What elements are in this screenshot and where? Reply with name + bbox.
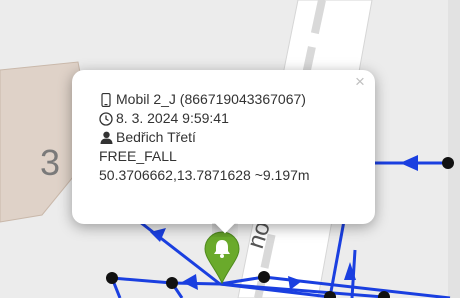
datetime-line: 8. 3. 2024 9:59:41 bbox=[99, 109, 310, 128]
mobile-phone-icon bbox=[99, 92, 113, 107]
person-text: Bedřich Třetí bbox=[116, 129, 196, 145]
info-popup: × Mobil 2_J (866719043367067) 8. 3. 2024… bbox=[72, 70, 375, 234]
device-line: Mobil 2_J (866719043367067) bbox=[99, 90, 310, 109]
coords-line: 50.3706662,13.7871628 ~9.197m bbox=[99, 166, 310, 185]
device-text: Mobil 2_J (866719043367067) bbox=[116, 91, 306, 107]
event-line: FREE_FALL bbox=[99, 147, 310, 166]
coords-text: 50.3706662,13.7871628 ~9.197m bbox=[99, 167, 310, 183]
user-icon bbox=[99, 131, 113, 145]
popup-tip bbox=[212, 223, 238, 237]
event-text: FREE_FALL bbox=[99, 148, 177, 164]
popup-content: Mobil 2_J (866719043367067) 8. 3. 2024 9… bbox=[99, 90, 310, 185]
clock-icon bbox=[99, 111, 113, 126]
datetime-text: 8. 3. 2024 9:59:41 bbox=[116, 110, 229, 126]
close-icon[interactable]: × bbox=[352, 73, 368, 90]
building-label: 3 bbox=[40, 142, 60, 183]
person-line: Bedřich Třetí bbox=[99, 128, 310, 147]
